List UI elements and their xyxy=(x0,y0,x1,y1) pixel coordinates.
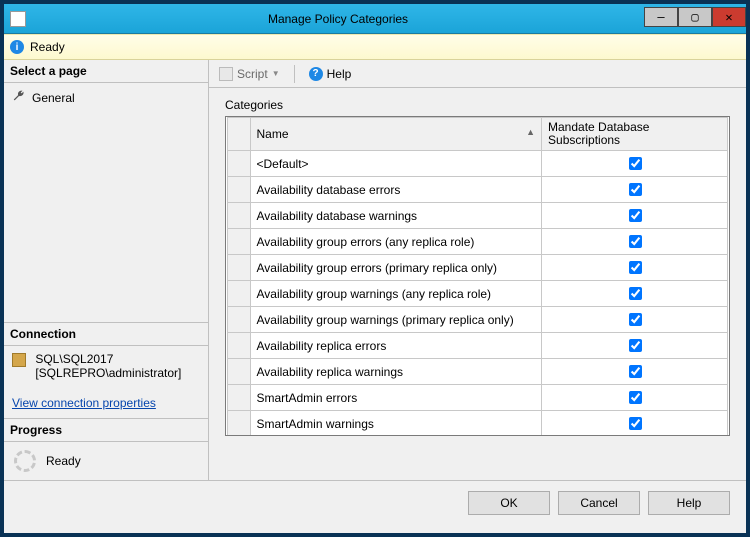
cancel-button[interactable]: Cancel xyxy=(558,491,640,515)
close-button[interactable]: ✕ xyxy=(712,7,746,27)
table-row[interactable]: Availability group errors (primary repli… xyxy=(228,255,728,281)
table-row[interactable]: Availability group warnings (primary rep… xyxy=(228,307,728,333)
row-header-column xyxy=(228,118,251,151)
mandate-cell[interactable] xyxy=(542,229,728,255)
table-row[interactable]: Availability group errors (any replica r… xyxy=(228,229,728,255)
mandate-cell[interactable] xyxy=(542,385,728,411)
mandate-checkbox[interactable] xyxy=(629,183,642,196)
category-name-cell[interactable]: Availability replica errors xyxy=(250,333,542,359)
row-selector[interactable] xyxy=(228,307,251,333)
minimize-button[interactable]: — xyxy=(644,7,678,27)
sort-ascending-icon: ▲ xyxy=(526,127,535,137)
dialog-footer: OK Cancel Help xyxy=(4,480,746,524)
category-name-cell[interactable]: SmartAdmin errors xyxy=(250,385,542,411)
user-context: [SQLREPRO\administrator] xyxy=(35,366,181,380)
mandate-cell[interactable] xyxy=(542,177,728,203)
mandate-checkbox[interactable] xyxy=(629,235,642,248)
server-name: SQL\SQL2017 xyxy=(35,352,113,366)
ready-status-bar: i Ready xyxy=(4,34,746,60)
toolbar-separator xyxy=(294,65,295,83)
wrench-icon xyxy=(12,89,26,106)
table-row[interactable]: Availability replica errors xyxy=(228,333,728,359)
row-selector[interactable] xyxy=(228,229,251,255)
category-name-cell[interactable]: Availability group warnings (any replica… xyxy=(250,281,542,307)
table-row[interactable]: Availability group warnings (any replica… xyxy=(228,281,728,307)
category-name-cell[interactable]: Availability database errors xyxy=(250,177,542,203)
mandate-checkbox[interactable] xyxy=(629,417,642,430)
category-name-cell[interactable]: Availability group errors (primary repli… xyxy=(250,255,542,281)
help-icon: ? xyxy=(309,67,323,81)
mandate-cell[interactable] xyxy=(542,203,728,229)
titlebar: Manage Policy Categories — ▢ ✕ xyxy=(4,4,746,34)
window-title: Manage Policy Categories xyxy=(32,12,644,26)
sidebar-item-general[interactable]: General xyxy=(10,87,202,108)
categories-grid[interactable]: Name ▲ Mandate Database Subscriptions <D… xyxy=(225,116,730,436)
maximize-button[interactable]: ▢ xyxy=(678,7,712,27)
progress-header: Progress xyxy=(4,419,208,442)
row-selector[interactable] xyxy=(228,333,251,359)
mandate-checkbox[interactable] xyxy=(629,339,642,352)
row-selector[interactable] xyxy=(228,359,251,385)
mandate-checkbox[interactable] xyxy=(629,313,642,326)
connection-info: SQL\SQL2017 [SQLREPRO\administrator] xyxy=(4,346,208,386)
categories-label: Categories xyxy=(225,98,730,112)
table-row[interactable]: <Default> xyxy=(228,151,728,177)
mandate-checkbox[interactable] xyxy=(629,365,642,378)
mandate-checkbox[interactable] xyxy=(629,157,642,170)
row-selector[interactable] xyxy=(228,385,251,411)
row-selector[interactable] xyxy=(228,411,251,437)
mandate-checkbox[interactable] xyxy=(629,261,642,274)
mandate-cell[interactable] xyxy=(542,281,728,307)
info-icon: i xyxy=(10,40,24,54)
help-footer-button[interactable]: Help xyxy=(648,491,730,515)
server-icon xyxy=(12,353,26,367)
right-panel: Script ▼ ? Help Categories Name xyxy=(209,60,746,480)
mandate-cell[interactable] xyxy=(542,333,728,359)
mandate-checkbox[interactable] xyxy=(629,209,642,222)
table-row[interactable]: Availability database errors xyxy=(228,177,728,203)
category-name-cell[interactable]: Availability database warnings xyxy=(250,203,542,229)
help-label: Help xyxy=(327,67,352,81)
mandate-checkbox[interactable] xyxy=(629,391,642,404)
row-selector[interactable] xyxy=(228,151,251,177)
category-name-cell[interactable]: Availability group warnings (primary rep… xyxy=(250,307,542,333)
row-selector[interactable] xyxy=(228,203,251,229)
mandate-cell[interactable] xyxy=(542,307,728,333)
progress-spinner-icon xyxy=(14,450,36,472)
ok-button[interactable]: OK xyxy=(468,491,550,515)
name-column-header[interactable]: Name ▲ xyxy=(250,118,542,151)
mandate-column-header[interactable]: Mandate Database Subscriptions xyxy=(542,118,728,151)
script-button[interactable]: Script ▼ xyxy=(215,65,284,83)
connection-header: Connection xyxy=(4,323,208,346)
row-selector[interactable] xyxy=(228,255,251,281)
view-connection-properties-link[interactable]: View connection properties xyxy=(4,396,208,418)
mandate-cell[interactable] xyxy=(542,151,728,177)
help-button[interactable]: ? Help xyxy=(305,65,356,83)
chevron-down-icon: ▼ xyxy=(272,69,280,78)
select-page-header: Select a page xyxy=(4,60,208,83)
category-name-cell[interactable]: Availability replica warnings xyxy=(250,359,542,385)
row-selector[interactable] xyxy=(228,281,251,307)
table-row[interactable]: Availability replica warnings xyxy=(228,359,728,385)
table-row[interactable]: SmartAdmin warnings xyxy=(228,411,728,437)
category-name-cell[interactable]: Availability group errors (any replica r… xyxy=(250,229,542,255)
script-label: Script xyxy=(237,67,268,81)
category-name-cell[interactable]: <Default> xyxy=(250,151,542,177)
table-row[interactable]: SmartAdmin errors xyxy=(228,385,728,411)
mandate-cell[interactable] xyxy=(542,255,728,281)
row-selector[interactable] xyxy=(228,177,251,203)
sidebar-item-label: General xyxy=(32,91,75,105)
app-icon xyxy=(10,11,26,27)
table-row[interactable]: Availability database warnings xyxy=(228,203,728,229)
script-icon xyxy=(219,67,233,81)
category-name-cell[interactable]: SmartAdmin warnings xyxy=(250,411,542,437)
mandate-cell[interactable] xyxy=(542,359,728,385)
progress-text: Ready xyxy=(46,454,81,468)
toolbar: Script ▼ ? Help xyxy=(209,60,746,88)
mandate-cell[interactable] xyxy=(542,411,728,437)
ready-status-text: Ready xyxy=(30,40,65,54)
mandate-checkbox[interactable] xyxy=(629,287,642,300)
left-panel: Select a page General Connection SQL\SQL… xyxy=(4,60,209,480)
